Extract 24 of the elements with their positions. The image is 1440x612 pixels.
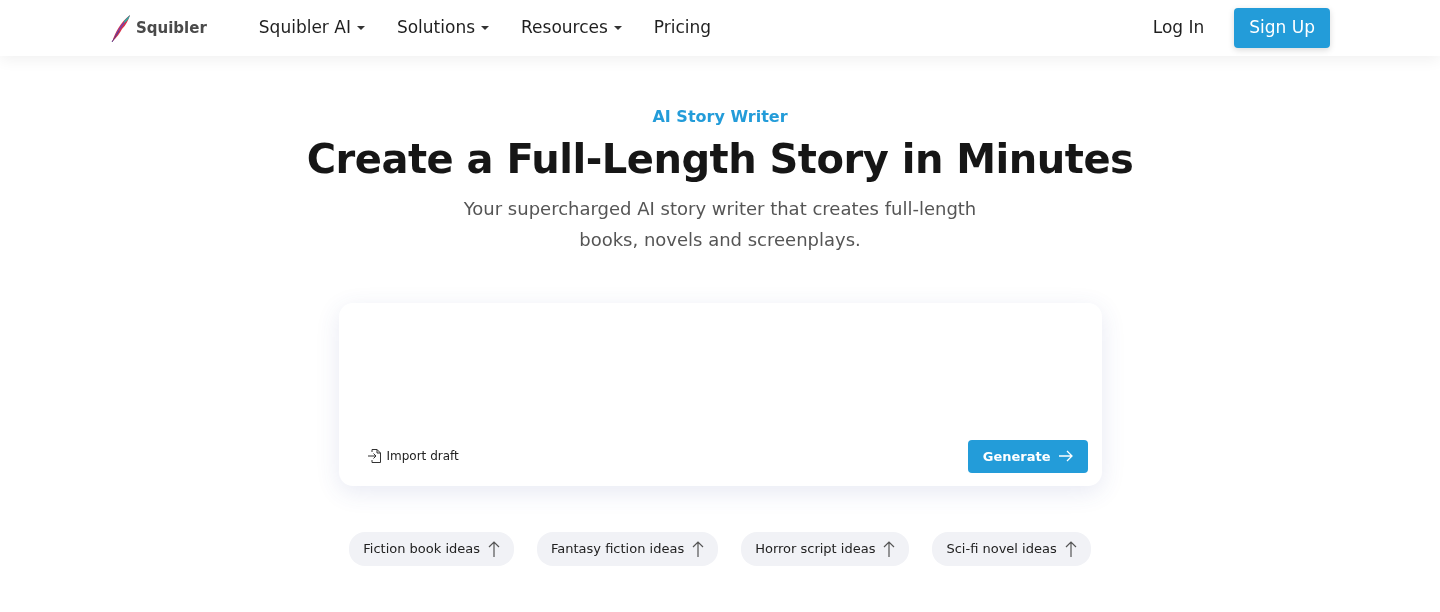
suggestion-chip[interactable]: Fiction book ideas (349, 532, 515, 566)
suggestion-chip[interactable]: Horror script ideas (741, 532, 910, 566)
nav-link[interactable]: Squibler AI (258, 15, 365, 41)
hero-subtitle: Your supercharged AI story writer that creates full-length books, novels and screenplays. (462, 197, 978, 252)
arrow-up-icon (1064, 540, 1077, 557)
nav-link[interactable]: Resources (521, 15, 622, 41)
arrow-up-icon (692, 540, 705, 557)
caret-icon (481, 26, 490, 30)
feather-logo-icon (110, 13, 132, 43)
nav-link[interactable]: Pricing (653, 15, 712, 41)
caret-icon (613, 26, 622, 30)
import-draft-button[interactable]: Import draft (366, 447, 459, 466)
suggestion-chip[interactable]: Sci-fi novel ideas (932, 532, 1091, 566)
brand-name[interactable]: Squibler (136, 16, 207, 40)
eyebrow-text: AI Story Writer (652, 106, 788, 128)
arrow-right-icon (1058, 450, 1073, 463)
import-file-icon (366, 448, 383, 465)
hero-title: Create a Full-Length Story in Minutes (306, 135, 1134, 183)
arrow-up-icon (488, 540, 501, 557)
arrow-up-icon (883, 540, 896, 557)
login-link[interactable]: Log In (1152, 15, 1205, 41)
suggestion-chip[interactable]: Fantasy fiction ideas (537, 532, 719, 566)
nav-link[interactable]: Solutions (396, 15, 490, 41)
caret-icon (356, 26, 365, 30)
